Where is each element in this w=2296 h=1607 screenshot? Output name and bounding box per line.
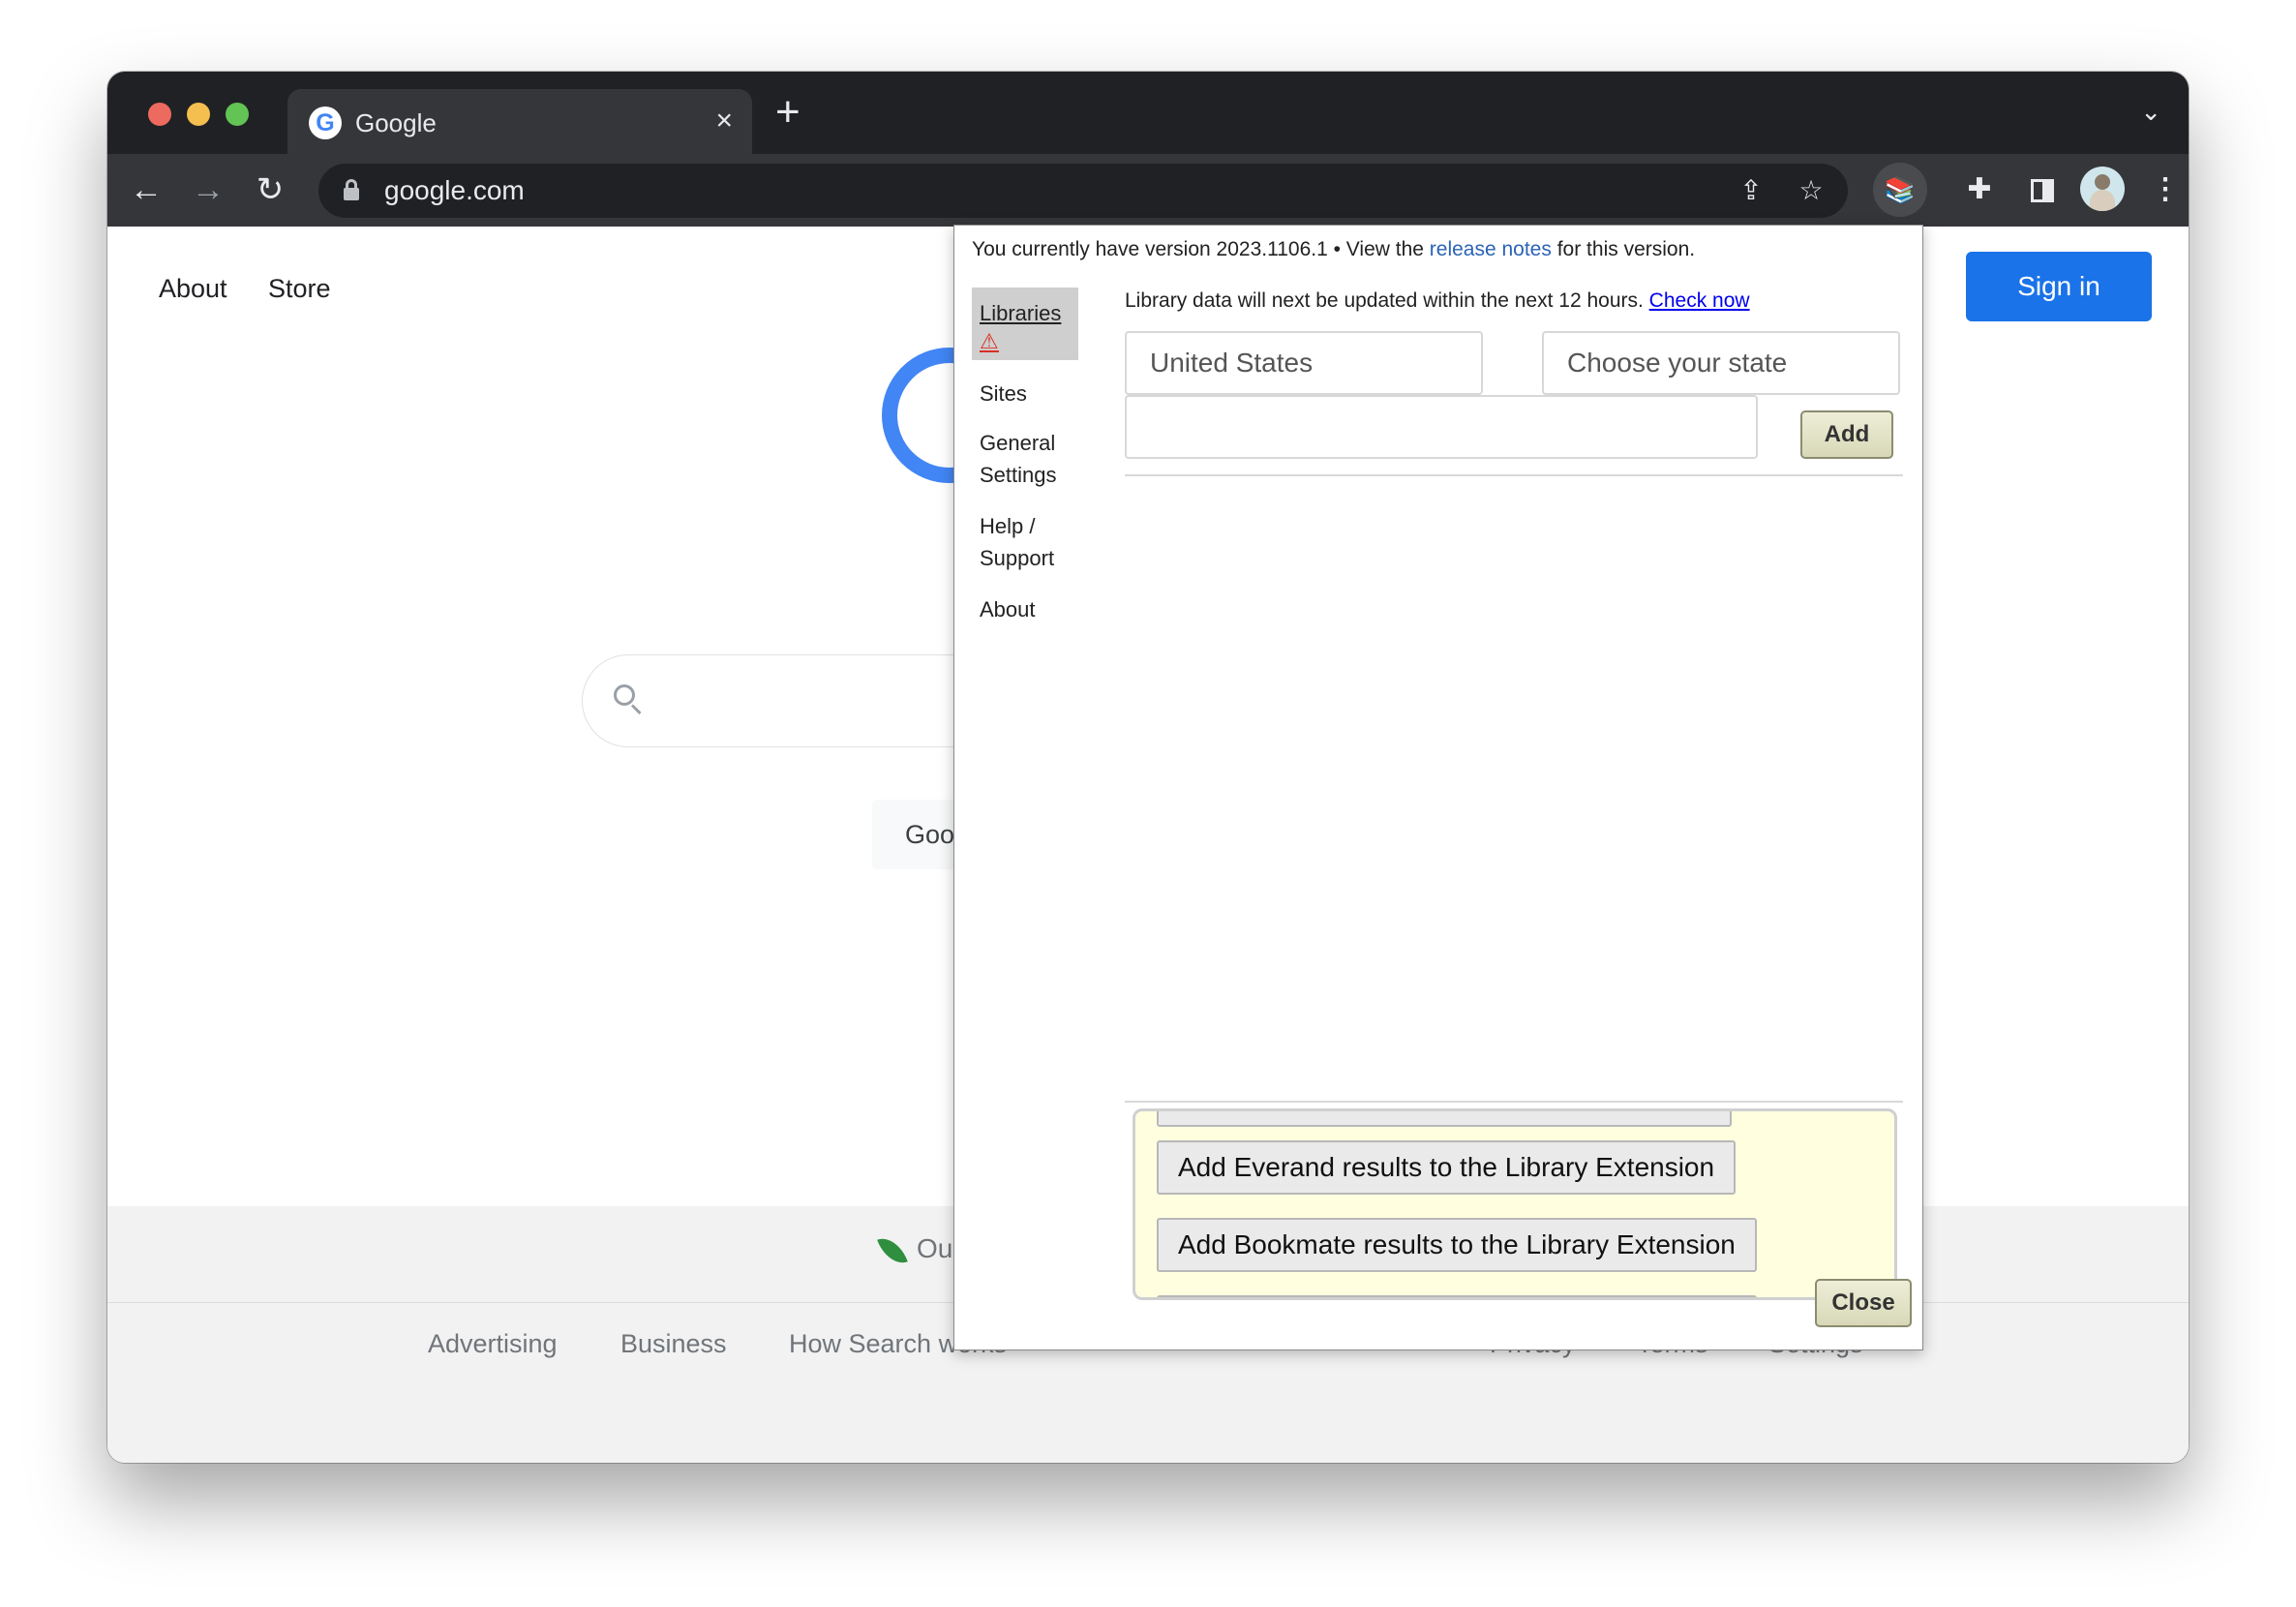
library-extension-popup: You currently have version 2023.1106.1 •…: [953, 225, 1923, 1350]
nav-item-help-support[interactable]: Help / Support: [972, 510, 1078, 574]
minimize-window-button[interactable]: [187, 103, 210, 126]
update-text: Library data will next be updated within…: [1125, 289, 1649, 312]
maximize-window-button[interactable]: [226, 103, 249, 126]
version-text: You currently have version 2023.1106.1 •…: [972, 238, 1430, 260]
add-everand-button[interactable]: Add Everand results to the Library Exten…: [1157, 1140, 1737, 1195]
leaf-icon: [877, 1232, 908, 1269]
library-extension-icon[interactable]: 📚: [1873, 163, 1927, 217]
divider: [1125, 474, 1903, 476]
nav-help-label-1: Help /: [980, 514, 1036, 538]
extensions-puzzle-icon[interactable]: ✚: [1958, 168, 2001, 211]
tab-search-chevron-icon[interactable]: ⌄: [2140, 99, 2161, 124]
check-now-link[interactable]: Check now: [1649, 289, 1750, 312]
nav-help-label-2: Support: [980, 546, 1055, 570]
tab-title: Google: [355, 108, 437, 137]
nav-item-sites[interactable]: Sites: [972, 378, 1078, 409]
reload-icon[interactable]: ↻: [249, 168, 291, 211]
promo-button-partial[interactable]: [1157, 1295, 1757, 1297]
promo-button-partial[interactable]: [1157, 1111, 1732, 1127]
side-panel-icon[interactable]: [2020, 168, 2063, 211]
popup-side-nav: Libraries ⚠ Sites General Settings Help …: [972, 288, 1078, 625]
profile-avatar-icon[interactable]: [2080, 167, 2125, 211]
add-library-button[interactable]: Add: [1800, 410, 1893, 459]
tab-strip: G Google × + ⌄: [107, 72, 2189, 154]
library-search-input[interactable]: [1125, 395, 1758, 459]
nav-item-about[interactable]: About: [972, 593, 1078, 625]
url-text[interactable]: google.com: [384, 175, 525, 206]
add-bookmate-button[interactable]: Add Bookmate results to the Library Exte…: [1157, 1218, 1757, 1272]
new-tab-button[interactable]: +: [775, 91, 801, 134]
address-bar[interactable]: google.com ⇪ ☆: [318, 164, 1848, 218]
share-icon[interactable]: ⇪: [1734, 173, 1768, 208]
update-notice: Library data will next be updated within…: [1125, 287, 1750, 316]
nav-general-label-2: Settings: [980, 463, 1057, 487]
carbon-neutral-text[interactable]: Ou: [917, 1233, 952, 1264]
country-select[interactable]: United States: [1125, 331, 1483, 395]
version-notice: You currently have version 2023.1106.1 •…: [972, 235, 1695, 264]
forward-arrow-icon[interactable]: →: [187, 168, 229, 211]
back-arrow-icon[interactable]: ←: [125, 168, 167, 211]
nav-item-libraries[interactable]: Libraries ⚠: [972, 288, 1078, 360]
state-select[interactable]: Choose your state: [1542, 331, 1900, 395]
version-suffix-text: for this version.: [1551, 238, 1696, 260]
store-link[interactable]: Store: [268, 273, 331, 304]
footer-business-link[interactable]: Business: [620, 1328, 727, 1359]
release-notes-link[interactable]: release notes: [1430, 238, 1552, 260]
google-favicon-icon: G: [309, 106, 342, 139]
nav-libraries-label: Libraries: [980, 301, 1062, 325]
about-link[interactable]: About: [159, 273, 227, 304]
bookmark-star-icon[interactable]: ☆: [1794, 173, 1828, 208]
nav-item-general-settings[interactable]: General Settings: [972, 427, 1078, 491]
tab-google[interactable]: G Google ×: [287, 89, 752, 154]
kebab-menu-icon[interactable]: ⋮: [2144, 168, 2187, 211]
promo-panel: Add Everand results to the Library Exten…: [1133, 1108, 1897, 1300]
sign-in-button[interactable]: Sign in: [1966, 252, 2152, 321]
warning-icon: ⚠: [980, 329, 999, 353]
browser-window: G Google × + ⌄ ← → ↻ google.com ⇪ ☆ 📚 ✚ …: [107, 72, 2189, 1463]
browser-toolbar: ← → ↻ google.com ⇪ ☆ 📚 ✚ ⋮: [107, 154, 2189, 227]
divider: [1125, 1101, 1903, 1103]
tab-close-icon[interactable]: ×: [715, 105, 733, 137]
search-icon: [614, 684, 643, 715]
lock-icon[interactable]: [344, 179, 359, 200]
close-popup-button[interactable]: Close: [1815, 1279, 1912, 1327]
footer-advertising-link[interactable]: Advertising: [428, 1328, 558, 1359]
close-window-button[interactable]: [148, 103, 171, 126]
nav-general-label-1: General: [980, 431, 1056, 455]
